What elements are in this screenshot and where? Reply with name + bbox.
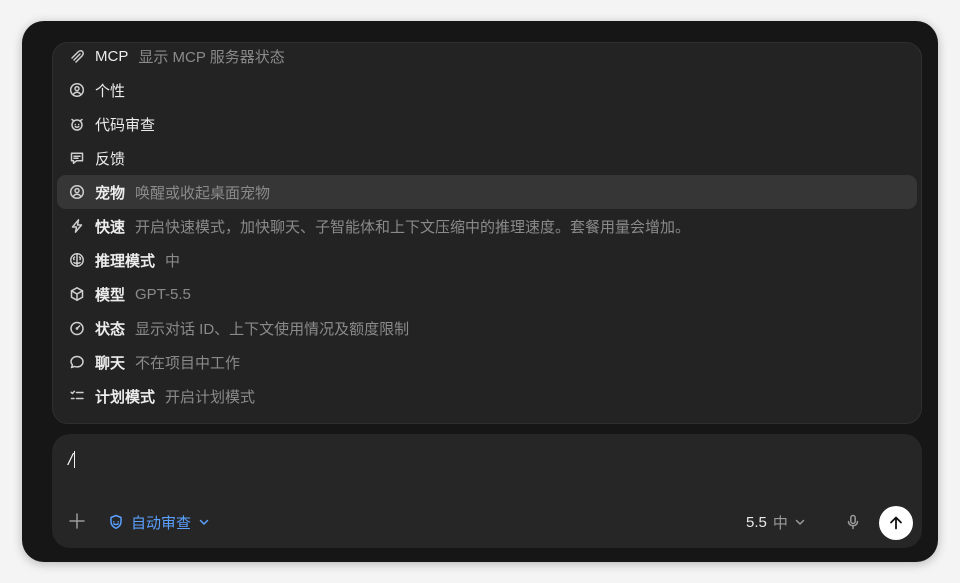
menu-item-label: 宠物 xyxy=(95,184,126,202)
menu-item-description: 开启快速模式，加快聊天、子智能体和上下文压缩中的推理速度。套餐用量会增加。 xyxy=(135,218,691,236)
menu-item-label: 推理模式 xyxy=(95,252,156,270)
mcp-icon xyxy=(69,48,85,64)
menu-item-label: MCP xyxy=(95,47,129,65)
reasoning-level: 中 xyxy=(772,514,788,532)
checklist-icon xyxy=(69,388,85,404)
menu-item[interactable]: 个性 xyxy=(57,73,917,107)
model-version: 5.5 xyxy=(746,513,767,531)
chevron-down-icon xyxy=(795,519,805,525)
shield-icon xyxy=(110,514,122,530)
app-window: MCP 显示 MCP 服务器状态 个性 代码审查 反馈 宠物 唤醒或收起桌面宠物 快速 开启快速… xyxy=(22,21,938,562)
text-caret xyxy=(73,451,75,468)
auto-review-button[interactable]: 自动审查 xyxy=(108,511,210,533)
menu-item-label: 状态 xyxy=(95,320,126,338)
menu-item[interactable]: MCP 显示 MCP 服务器状态 xyxy=(57,43,917,73)
menu-item-label: 快速 xyxy=(95,218,126,236)
chat-bubble-icon xyxy=(69,354,85,370)
menu-item[interactable]: 宠物 唤醒或收起桌面宠物 xyxy=(57,175,917,209)
menu-item-label: 代码审查 xyxy=(95,116,156,134)
menu-item[interactable]: 快速 开启快速模式，加快聊天、子智能体和上下文压缩中的推理速度。套餐用量会增加。 xyxy=(57,209,917,243)
menu-item[interactable]: 代码审查 xyxy=(57,107,917,141)
message-input[interactable]: / xyxy=(68,450,75,470)
menu-item-label: 个性 xyxy=(95,82,126,100)
menu-item-label: 反馈 xyxy=(95,150,126,168)
slash-command-menu: MCP 显示 MCP 服务器状态 个性 代码审查 反馈 宠物 唤醒或收起桌面宠物 快速 开启快速… xyxy=(52,42,922,424)
menu-item-description: 唤醒或收起桌面宠物 xyxy=(135,184,271,202)
plus-icon xyxy=(69,513,85,529)
arrow-up-icon xyxy=(890,516,902,530)
menu-item-description: GPT-5.5 xyxy=(135,285,191,303)
cube-icon xyxy=(69,286,85,302)
send-button[interactable] xyxy=(879,506,913,540)
menu-item-description: 开启计划模式 xyxy=(165,388,256,406)
menu-item[interactable]: 聊天 不在项目中工作 xyxy=(57,345,917,379)
menu-item-description: 显示对话 ID、上下文使用情况及额度限制 xyxy=(135,320,410,338)
composer: / 自动审查 5.5 中 xyxy=(52,434,922,548)
menu-item-description: 显示 MCP 服务器状态 xyxy=(138,48,285,66)
add-attachment-button[interactable] xyxy=(66,510,88,532)
menu-item-label: 聊天 xyxy=(95,354,126,372)
microphone-icon xyxy=(847,514,859,530)
feedback-icon xyxy=(69,150,85,166)
menu-item[interactable]: 模型 GPT-5.5 xyxy=(57,277,917,311)
model-selector[interactable]: 5.5 中 xyxy=(746,511,806,533)
menu-item-description: 中 xyxy=(165,252,181,270)
gauge-icon xyxy=(69,320,85,336)
menu-item[interactable]: 反馈 xyxy=(57,141,917,175)
pet-icon xyxy=(69,184,85,200)
brain-icon xyxy=(69,252,85,268)
code-review-icon xyxy=(69,116,85,132)
microphone-button[interactable] xyxy=(842,511,864,533)
auto-review-label: 自动审查 xyxy=(131,514,192,532)
menu-item[interactable]: 状态 显示对话 ID、上下文使用情况及额度限制 xyxy=(57,311,917,345)
menu-item[interactable]: 计划模式 开启计划模式 xyxy=(57,379,917,413)
lightning-icon xyxy=(69,218,85,234)
menu-item[interactable]: 推理模式中 xyxy=(57,243,917,277)
menu-item-label: 计划模式 xyxy=(95,388,156,406)
personality-icon xyxy=(69,82,85,98)
input-value: / xyxy=(68,450,73,469)
menu-item-description: 不在项目中工作 xyxy=(135,354,241,372)
menu-item-label: 模型 xyxy=(95,286,126,304)
chevron-down-icon xyxy=(199,519,209,525)
